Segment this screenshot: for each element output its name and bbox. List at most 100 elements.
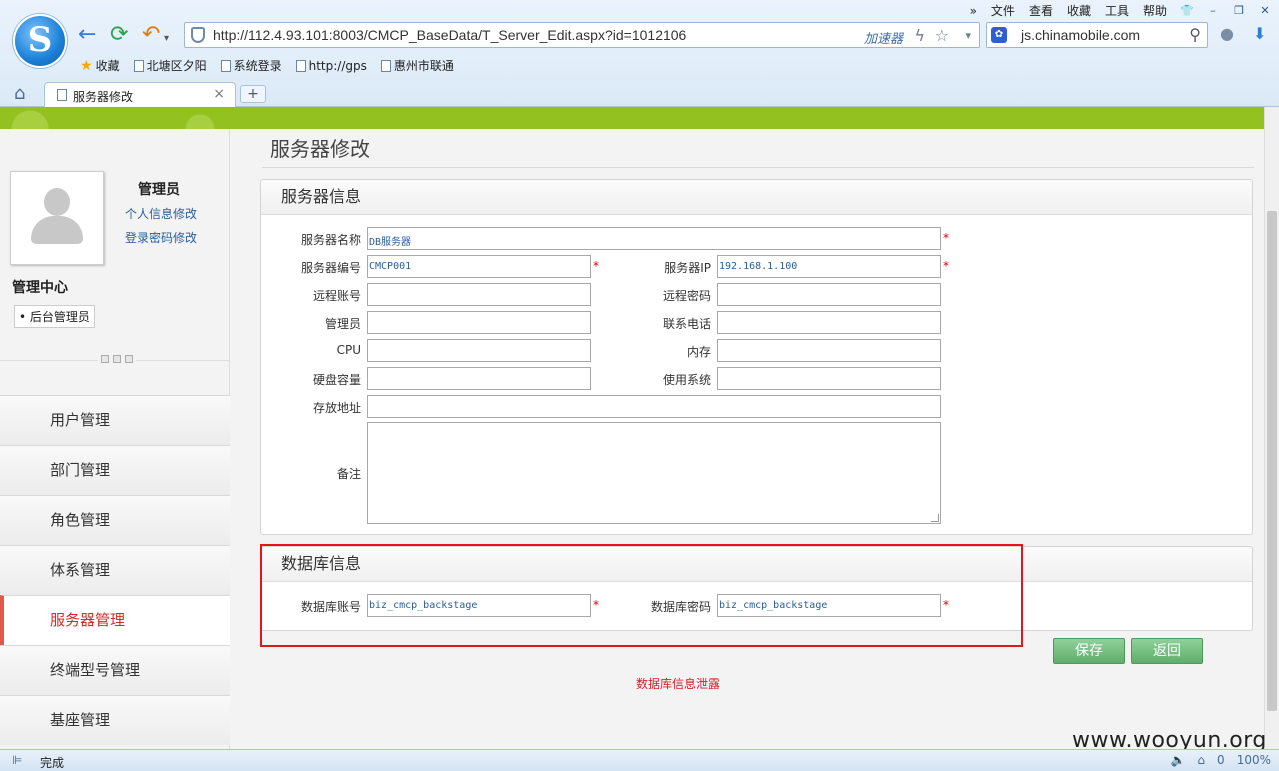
resize-grip-icon[interactable] [931, 514, 939, 522]
required-mark: * [943, 259, 949, 273]
refresh-icon[interactable]: ⟳ [110, 24, 128, 46]
close-tab-icon[interactable]: × [213, 86, 225, 102]
avatar-body [31, 216, 83, 244]
leak-annotation: 数据库信息泄露 [636, 677, 721, 691]
sidebar-item-terminal-models[interactable]: 终端型号管理 [0, 645, 230, 695]
remote-account-label: 远程账号 [312, 289, 361, 303]
admin-label: 管理员 [324, 317, 361, 331]
scrollbar-thumb[interactable] [1267, 211, 1277, 711]
more-options-icon[interactable]: ● [1220, 24, 1234, 43]
required-mark: * [943, 231, 949, 245]
remark-textarea[interactable] [367, 422, 941, 524]
save-button[interactable]: 保存 [1053, 638, 1125, 664]
bookmark-item[interactable]: 系统登录 [220, 57, 282, 74]
location-label: 存放地址 [312, 401, 361, 415]
page-icon [380, 59, 391, 72]
accelerator-label[interactable]: 加速器 [864, 28, 903, 47]
sidebar-item-roles[interactable]: 角色管理 [0, 495, 230, 545]
page-icon [220, 59, 231, 72]
bookmark-favorites[interactable]: ★ 收藏 [80, 57, 120, 74]
vertical-scrollbar[interactable] [1264, 107, 1279, 749]
bookmark-item[interactable]: http://gps [295, 57, 367, 74]
management-center-title: 管理中心 [12, 280, 68, 296]
memory-input[interactable] [717, 339, 941, 362]
os-input[interactable] [717, 367, 941, 390]
page-body: 管理员 个人信息修改 登录密码修改 管理中心 • 后台管理员 用户管理 部门管理… [0, 129, 1264, 749]
minimize-icon[interactable]: – [1205, 4, 1221, 18]
speaker-icon[interactable]: 🔈 [1170, 753, 1185, 767]
new-tab-button[interactable]: + [240, 85, 266, 103]
bookmark-item[interactable]: 惠州市联通 [380, 57, 454, 74]
sidebar-item-systems[interactable]: 体系管理 [0, 545, 230, 595]
disk-input[interactable] [367, 367, 591, 390]
menu-help[interactable]: 帮助 [1141, 2, 1169, 19]
favorite-star-icon[interactable]: ☆ [935, 26, 949, 45]
location-input[interactable] [367, 395, 941, 418]
bookmark-label: 收藏 [95, 59, 120, 73]
bookmark-label: 北塘区夕阳 [146, 59, 207, 73]
lightning-icon[interactable]: ϟ [914, 26, 925, 45]
required-mark: * [593, 259, 599, 273]
sidebar-item-bases[interactable]: 基座管理 [0, 695, 230, 745]
home-icon[interactable]: ⌂ [14, 83, 25, 104]
more-icon[interactable]: » [968, 4, 979, 18]
sidebar-item-users[interactable]: 用户管理 [0, 395, 230, 445]
browser-logo-icon[interactable]: S [13, 14, 67, 68]
dot [101, 355, 109, 363]
menu-view[interactable]: 查看 [1027, 2, 1055, 19]
baidu-paw-icon[interactable]: ✿ [991, 27, 1007, 43]
menu-favorites[interactable]: 收藏 [1065, 2, 1093, 19]
cpu-input[interactable] [367, 339, 591, 362]
url-text[interactable]: http://112.4.93.101:8003/CMCP_BaseData/T… [213, 27, 686, 43]
tab-active[interactable]: 服务器修改 × [44, 82, 236, 108]
dot [125, 355, 133, 363]
restore-icon[interactable]: ❐ [1231, 4, 1247, 18]
remark-label: 备注 [336, 467, 361, 481]
server-ip-input[interactable]: 192.168.1.100 [717, 255, 941, 278]
avatar [10, 171, 104, 265]
phone-input[interactable] [717, 311, 941, 334]
download-icon[interactable]: ⬇ [1253, 24, 1266, 43]
remote-account-input[interactable] [367, 283, 591, 306]
server-code-input[interactable]: CMCP001 [367, 255, 591, 278]
server-info-panel: 服务器信息 服务器名称 DB服务器 * 服务器编号 CMCP001 * 服务器I… [260, 179, 1253, 535]
close-window-icon[interactable]: ✕ [1257, 4, 1273, 18]
status-bar: ⊫ 完成 🔈 ⌂ 0 100% [0, 749, 1279, 771]
menu-file[interactable]: 文件 [989, 2, 1017, 19]
server-code-label: 服务器编号 [300, 261, 361, 275]
search-icon[interactable]: ⚲ [1189, 25, 1201, 44]
address-dropdown-icon[interactable]: ▾ [965, 29, 971, 42]
skin-icon[interactable]: 👕 [1179, 4, 1195, 18]
memory-label: 内存 [686, 345, 711, 359]
disk-label: 硬盘容量 [312, 373, 361, 387]
password-edit-link[interactable]: 登录密码修改 [125, 229, 197, 246]
server-name-input[interactable]: DB服务器 [367, 227, 941, 250]
zoom-level[interactable]: 100% [1237, 753, 1271, 767]
back-arrow-icon[interactable]: ← [78, 24, 96, 46]
sidebar-item-servers[interactable]: 服务器管理 [0, 595, 230, 645]
role-badge: • 后台管理员 [14, 305, 95, 328]
back-button[interactable]: 返回 [1131, 638, 1203, 664]
undo-dropdown-icon[interactable]: ▾ [164, 28, 169, 50]
undo-icon[interactable]: ↶ [142, 24, 160, 46]
sidebar-item-departments[interactable]: 部门管理 [0, 445, 230, 495]
address-bar[interactable]: http://112.4.93.101:8003/CMCP_BaseData/T… [184, 22, 980, 48]
page-icon [57, 89, 67, 101]
network-icon[interactable]: ⌂ [1197, 753, 1205, 767]
admin-input[interactable] [367, 311, 591, 334]
phone-label: 联系电话 [662, 317, 711, 331]
download-count[interactable]: 0 [1217, 753, 1225, 767]
sidebar: 管理员 个人信息修改 登录密码修改 管理中心 • 后台管理员 用户管理 部门管理… [0, 129, 230, 749]
sidebar-toggle-icon[interactable]: ⊫ [12, 753, 22, 767]
cpu-label: CPU [336, 343, 361, 357]
menu-tools[interactable]: 工具 [1103, 2, 1131, 19]
collapse-dots[interactable] [98, 355, 136, 363]
bookmark-item[interactable]: 北塘区夕阳 [133, 57, 207, 74]
search-box[interactable]: ✿ js.chinamobile.com ⚲ [986, 22, 1208, 48]
tab-title: 服务器修改 [73, 90, 134, 104]
profile-edit-link[interactable]: 个人信息修改 [125, 205, 197, 222]
search-input[interactable]: js.chinamobile.com [1021, 27, 1140, 43]
browser-chrome: S » 文件 查看 收藏 工具 帮助 👕 – ❐ ✕ ← ⟳ ↶ ▾ http:… [0, 0, 1279, 108]
remote-password-input[interactable] [717, 283, 941, 306]
bookmark-label: 系统登录 [233, 59, 282, 73]
